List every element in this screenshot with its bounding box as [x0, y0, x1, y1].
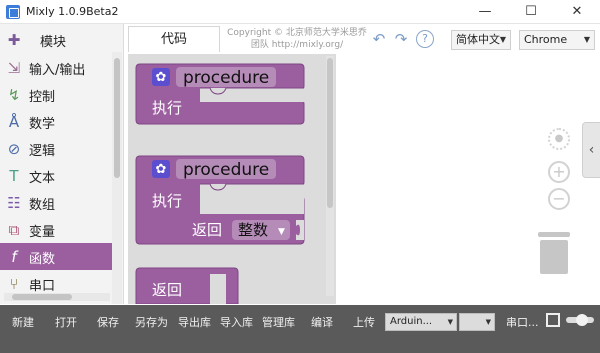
procedure-name[interactable]: procedure: [183, 68, 269, 88]
sidebar-item-label: 变量: [29, 225, 56, 240]
sidebar-item-function[interactable]: f 函数: [0, 243, 112, 270]
sidebar-item-label: 控制: [29, 90, 56, 105]
copyright-line: 团队 http://mixly.org/: [250, 40, 344, 50]
exec-label: 执行: [152, 99, 182, 117]
sidebar-item-label: 函数: [29, 252, 56, 267]
control-icon: ↯: [7, 86, 21, 104]
port-select[interactable]: ▼: [459, 313, 495, 331]
copyright-line: Copyright © 北京师范大学米思乔: [227, 28, 367, 38]
function-icon: f: [11, 248, 17, 266]
board-select[interactable]: Arduin... ▼: [385, 313, 457, 331]
sidebar-item-input-output[interactable]: ⇲ 输入/输出: [0, 54, 112, 81]
procedure-return-block[interactable]: ✿ procedure 执行 返回 整数 ▼: [135, 155, 305, 245]
serial-icon: ⑂: [9, 275, 19, 293]
modules-header: ✚ 模块: [0, 26, 112, 53]
variable-icon: ⧉: [8, 221, 20, 239]
zoom-in-icon[interactable]: +: [548, 161, 570, 183]
redo-icon[interactable]: ↷: [392, 30, 410, 48]
sidebar-item-text[interactable]: T 文本: [0, 162, 112, 189]
board-select-value: Arduin...: [390, 316, 433, 327]
upload-button[interactable]: 上传: [353, 314, 375, 330]
browser-select-value: Chrome: [524, 33, 568, 46]
title-bar: Mixly 1.0.9Beta2 — ☐ ✕: [0, 0, 600, 24]
sidebar-item-logic[interactable]: ⊘ 逻辑: [0, 135, 112, 162]
copyright-notice: Copyright © 北京师范大学米思乔 团队 http://mixly.or…: [226, 27, 368, 51]
new-button[interactable]: 新建: [12, 314, 34, 330]
exec-label: 执行: [152, 192, 182, 210]
import-lib-button[interactable]: 导入库: [220, 314, 253, 330]
trash-icon[interactable]: [538, 232, 570, 274]
sidebar-item-label: 输入/输出: [29, 63, 86, 78]
text-icon: T: [9, 167, 19, 185]
app-logo-icon: [6, 5, 20, 19]
modules-header-label: 模块: [40, 35, 67, 50]
sidebar-item-label: 文本: [29, 171, 56, 186]
bottom-toolbar: 新建 打开 保存 另存为 导出库 导入库 管理库 编译 上传 Arduin...…: [0, 305, 600, 353]
gear-icon: ✿: [156, 162, 167, 177]
category-sidebar: ✚ 模块 ⇲ 输入/输出 ↯ 控制 Å 数学 ⊘ 逻辑 T 文本 ☷ 数组 ⧉ …: [0, 24, 124, 304]
sidebar-vertical-scrollbar[interactable]: [112, 52, 122, 304]
gear-icon: ✿: [156, 70, 167, 85]
sidebar-item-label: 数学: [29, 117, 56, 132]
chevron-down-icon: ▼: [485, 318, 491, 326]
sidebar-item-math[interactable]: Å 数学: [0, 108, 112, 135]
math-icon: Å: [8, 113, 20, 131]
scrollbar-thumb[interactable]: [114, 58, 120, 178]
language-select[interactable]: 简体中文 ▼: [451, 30, 511, 50]
return-label: 返回: [152, 281, 182, 299]
save-as-button[interactable]: 另存为: [135, 314, 168, 330]
input-output-icon: ⇲: [7, 59, 21, 77]
return-label: 返回: [192, 221, 222, 239]
board-chip-icon[interactable]: [546, 313, 560, 327]
sidebar-horizontal-scrollbar[interactable]: [4, 293, 110, 301]
sidebar-item-label: 串口: [29, 279, 56, 294]
flyout-canvas: ✿ procedure 执行 ✿ procedure 执行 返回 整数 ▼ 返回: [135, 63, 305, 304]
chevron-down-icon: ▼: [583, 35, 590, 44]
undo-icon[interactable]: ↶: [370, 30, 388, 48]
sidebar-item-label: 数组: [29, 198, 56, 213]
serial-monitor-button[interactable]: 串口...: [506, 314, 539, 330]
maximize-button[interactable]: ☐: [508, 0, 554, 24]
sidebar-item-control[interactable]: ↯ 控制: [0, 81, 112, 108]
sidebar-item-variable[interactable]: ⧉ 变量: [0, 216, 112, 243]
sidebar-item-array[interactable]: ☷ 数组: [0, 189, 112, 216]
logic-icon: ⊘: [7, 140, 21, 158]
chevron-down-icon: ▼: [447, 318, 453, 326]
chevron-down-icon: ▼: [499, 35, 506, 44]
window-title: Mixly 1.0.9Beta2: [26, 5, 119, 18]
manage-lib-button[interactable]: 管理库: [262, 314, 295, 330]
puzzle-icon: ✚: [7, 31, 21, 49]
scrollbar-thumb[interactable]: [12, 294, 72, 300]
procedure-name[interactable]: procedure: [183, 160, 269, 180]
zoom-out-icon[interactable]: −: [548, 188, 570, 210]
export-lib-button[interactable]: 导出库: [178, 314, 211, 330]
chevron-down-icon: ▼: [278, 227, 285, 237]
tab-code[interactable]: 代码: [128, 26, 220, 52]
flyout-scrollbar[interactable]: [326, 56, 334, 296]
recenter-icon[interactable]: ●: [548, 128, 570, 150]
procedure-block[interactable]: ✿ procedure 执行: [135, 63, 305, 125]
scrollbar-thumb[interactable]: [327, 58, 333, 208]
open-button[interactable]: 打开: [55, 314, 77, 330]
chevron-left-icon[interactable]: ‹: [582, 122, 600, 178]
toggle-switch[interactable]: [566, 314, 594, 326]
sidebar-item-label: 逻辑: [29, 144, 56, 159]
browser-select[interactable]: Chrome ▼: [519, 30, 595, 50]
array-icon: ☷: [7, 194, 21, 212]
return-type-value: 整数: [238, 221, 268, 239]
help-icon[interactable]: ?: [416, 30, 434, 48]
save-button[interactable]: 保存: [97, 314, 119, 330]
close-button[interactable]: ✕: [554, 0, 600, 24]
language-select-value: 简体中文: [456, 33, 500, 46]
minimize-button[interactable]: —: [462, 0, 508, 24]
return-block[interactable]: 返回: [135, 267, 239, 304]
block-flyout: ✿ procedure 执行 ✿ procedure 执行 返回 整数 ▼ 返回: [128, 54, 336, 304]
compile-button[interactable]: 编译: [311, 314, 333, 330]
